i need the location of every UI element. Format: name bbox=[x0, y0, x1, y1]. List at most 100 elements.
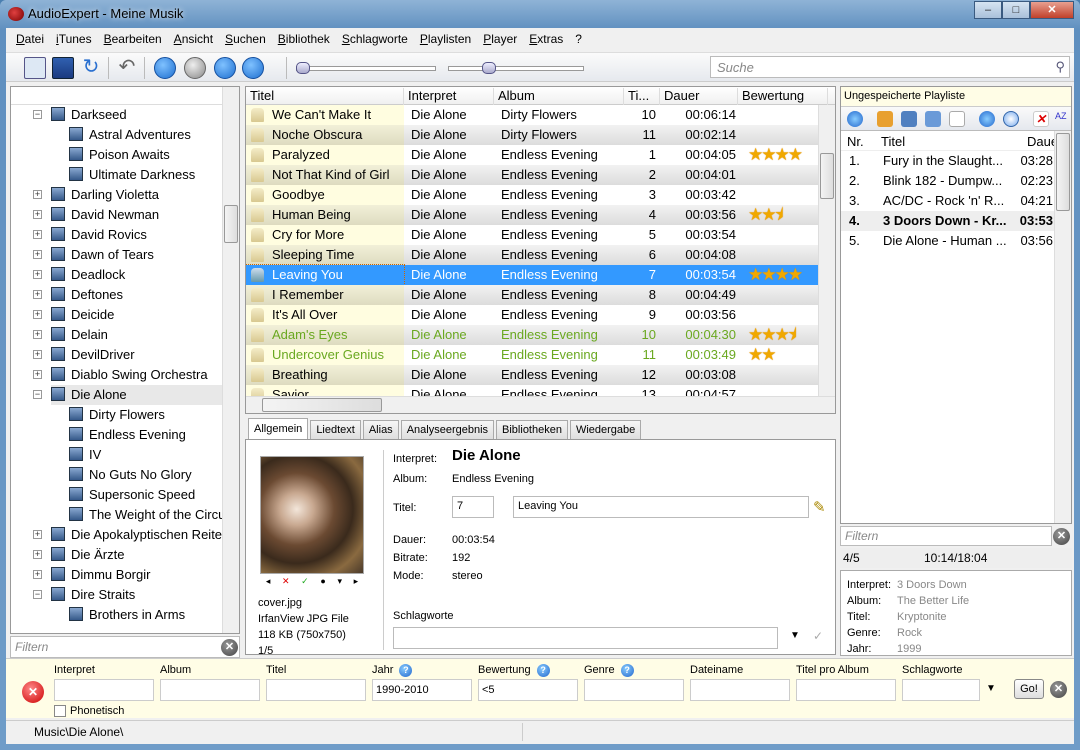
expander-icon[interactable]: + bbox=[33, 570, 42, 579]
expander-icon[interactable]: − bbox=[33, 590, 42, 599]
track-list-hscrollbar[interactable] bbox=[246, 396, 835, 413]
tab-alias[interactable]: Alias bbox=[362, 420, 399, 439]
table-row[interactable]: I Remember Die Alone Endless Evening 8 00:04… bbox=[246, 285, 820, 305]
undo-icon[interactable]: ↶ bbox=[116, 57, 138, 79]
tab-analyseergebnis[interactable]: Analyseergebnis bbox=[400, 420, 495, 439]
tab-bibliotheken[interactable]: Bibliotheken bbox=[496, 420, 568, 439]
menu-playlisten[interactable]: Playlisten bbox=[414, 28, 477, 50]
tree-item[interactable]: − Dire Straits bbox=[33, 585, 239, 605]
previous-icon[interactable] bbox=[214, 57, 236, 79]
expander-icon[interactable]: + bbox=[33, 270, 42, 279]
column-header[interactable]: Titel bbox=[881, 134, 905, 149]
tree-item[interactable]: The Weight of the Circus bbox=[69, 505, 239, 525]
tree-item[interactable]: + Dawn of Tears bbox=[33, 245, 239, 265]
play-playlist-icon[interactable] bbox=[979, 111, 995, 127]
tree-scrollbar[interactable] bbox=[222, 87, 239, 633]
tags-dropdown-icon[interactable]: ▼ bbox=[790, 630, 800, 641]
playlist-row[interactable]: 3. AC/DC - Rock 'n' R... 04:21 bbox=[841, 191, 1055, 211]
playlist-row[interactable]: 1. Fury in the Slaught... 03:28 bbox=[841, 151, 1055, 171]
table-row[interactable]: Paralyzed Die Alone Endless Evening 1 00:04:… bbox=[246, 145, 820, 165]
table-row[interactable]: Human Being Die Alone Endless Evening 4 00:0… bbox=[246, 205, 820, 225]
stop-icon[interactable] bbox=[184, 57, 206, 79]
position-slider[interactable] bbox=[296, 66, 436, 71]
menu-bibliothek[interactable]: Bibliothek bbox=[272, 28, 336, 50]
field-input[interactable]: <5 bbox=[478, 679, 578, 701]
tree-item[interactable]: Endless Evening bbox=[69, 425, 239, 445]
tags-apply-icon[interactable]: ✓ bbox=[813, 629, 823, 643]
next-cover-icon[interactable]: ▸ bbox=[354, 576, 359, 590]
field-input[interactable] bbox=[690, 679, 790, 701]
open-folder-icon[interactable] bbox=[877, 111, 893, 127]
menu-bearbeiten[interactable]: Bearbeiten bbox=[98, 28, 168, 50]
tree-item[interactable]: Dirty Flowers bbox=[69, 405, 239, 425]
expander-icon[interactable]: + bbox=[33, 290, 42, 299]
menu-itunes[interactable]: iTunes bbox=[50, 28, 98, 50]
new-playlist-icon[interactable] bbox=[949, 111, 965, 127]
expander-icon[interactable]: + bbox=[33, 230, 42, 239]
help-icon[interactable]: ? bbox=[620, 664, 634, 677]
clear-tree-filter-icon[interactable]: ✕ bbox=[221, 639, 238, 656]
clear-playlist-filter-icon[interactable]: ✕ bbox=[1053, 528, 1070, 545]
phonetic-checkbox[interactable] bbox=[54, 705, 66, 717]
volume-slider[interactable] bbox=[448, 66, 584, 71]
playlist-filter-input[interactable]: Filtern bbox=[840, 526, 1052, 546]
table-row[interactable]: Breathing Die Alone Endless Evening 12 00:03… bbox=[246, 365, 820, 385]
tab-allgemein[interactable]: Allgemein bbox=[248, 418, 309, 440]
menu-extras[interactable]: Extras bbox=[523, 28, 569, 50]
accept-cover-icon[interactable]: ✓ bbox=[301, 576, 309, 590]
clock-icon[interactable] bbox=[1003, 111, 1019, 127]
tree-item[interactable]: + Deftones bbox=[33, 285, 239, 305]
playlist-row[interactable]: 5. Die Alone - Human ... 03:56 bbox=[841, 231, 1055, 251]
save-icon[interactable] bbox=[52, 57, 74, 79]
tree-filter-input[interactable]: Filtern bbox=[10, 636, 240, 658]
table-row[interactable]: Cry for More Die Alone Endless Evening 5 00:… bbox=[246, 225, 820, 245]
column-header[interactable]: Ti... bbox=[624, 88, 660, 105]
menu-datei[interactable]: Datei bbox=[10, 28, 50, 50]
next-icon[interactable] bbox=[242, 57, 264, 79]
track-number-input[interactable]: 7 bbox=[452, 496, 494, 518]
menu-ansicht[interactable]: Ansicht bbox=[168, 28, 219, 50]
tree-item[interactable]: Poison Awaits bbox=[69, 145, 239, 165]
column-header[interactable]: Dauer bbox=[660, 88, 738, 105]
field-input[interactable] bbox=[54, 679, 154, 701]
table-row[interactable]: Leaving You Die Alone Endless Evening 7 00:0… bbox=[246, 264, 820, 286]
import-icon[interactable] bbox=[24, 57, 46, 79]
expander-icon[interactable]: − bbox=[33, 390, 42, 399]
menu-player[interactable]: Player bbox=[477, 28, 523, 50]
search-input[interactable]: Suche ⚲ bbox=[710, 56, 1070, 78]
rating-stars[interactable]: ★★⯨ bbox=[748, 205, 783, 225]
maximize-button[interactable]: □ bbox=[1002, 1, 1030, 19]
prev-cover-icon[interactable]: ◂ bbox=[266, 576, 271, 590]
rating-stars[interactable]: ★★★★ bbox=[748, 145, 803, 165]
help-icon[interactable]: ? bbox=[536, 664, 550, 677]
playlist-scrollbar[interactable] bbox=[1054, 131, 1071, 523]
reset-search-icon[interactable]: ✕ bbox=[1050, 681, 1067, 698]
expander-icon[interactable]: + bbox=[33, 190, 42, 199]
table-row[interactable]: Sleeping Time Die Alone Endless Evening 6 00… bbox=[246, 245, 820, 265]
expander-icon[interactable]: + bbox=[33, 210, 42, 219]
tree-item[interactable]: Brothers in Arms bbox=[69, 605, 239, 625]
expander-icon[interactable]: + bbox=[33, 330, 42, 339]
rating-stars[interactable]: ★★★⯨ bbox=[748, 325, 797, 345]
minimize-button[interactable]: – bbox=[974, 1, 1002, 19]
playlist-row[interactable]: 2. Blink 182 - Dumpw... 02:23 bbox=[841, 171, 1055, 191]
tree-item[interactable]: + Die Ärzte bbox=[33, 545, 239, 565]
edit-pencil-icon[interactable]: ✎ bbox=[813, 498, 826, 516]
tree-item[interactable]: Supersonic Speed bbox=[69, 485, 239, 505]
tree-item[interactable]: + Diablo Swing Orchestra bbox=[33, 365, 239, 385]
expander-icon[interactable]: + bbox=[33, 250, 42, 259]
tree-item[interactable]: + Delain bbox=[33, 325, 239, 345]
tree-item[interactable]: No Guts No Glory bbox=[69, 465, 239, 485]
volume-slider-thumb[interactable] bbox=[482, 62, 496, 74]
expander-icon[interactable]: + bbox=[33, 310, 42, 319]
tree-item[interactable]: + DevilDriver bbox=[33, 345, 239, 365]
tags-search-dropdown-icon[interactable]: ▼ bbox=[986, 683, 996, 694]
title-input[interactable]: Leaving You bbox=[513, 496, 809, 518]
column-header[interactable]: Interpret bbox=[404, 88, 494, 105]
table-row[interactable]: Noche Obscura Die Alone Dirty Flowers 11 00:… bbox=[246, 125, 820, 145]
tab-liedtext[interactable]: Liedtext bbox=[310, 420, 361, 439]
table-row[interactable]: We Can't Make It Die Alone Dirty Flowers 10… bbox=[246, 105, 820, 125]
tree-item[interactable]: + Darling Violetta bbox=[33, 185, 239, 205]
field-input[interactable] bbox=[902, 679, 980, 701]
table-row[interactable]: Undercover Genius Die Alone Endless Evenin… bbox=[246, 345, 820, 365]
